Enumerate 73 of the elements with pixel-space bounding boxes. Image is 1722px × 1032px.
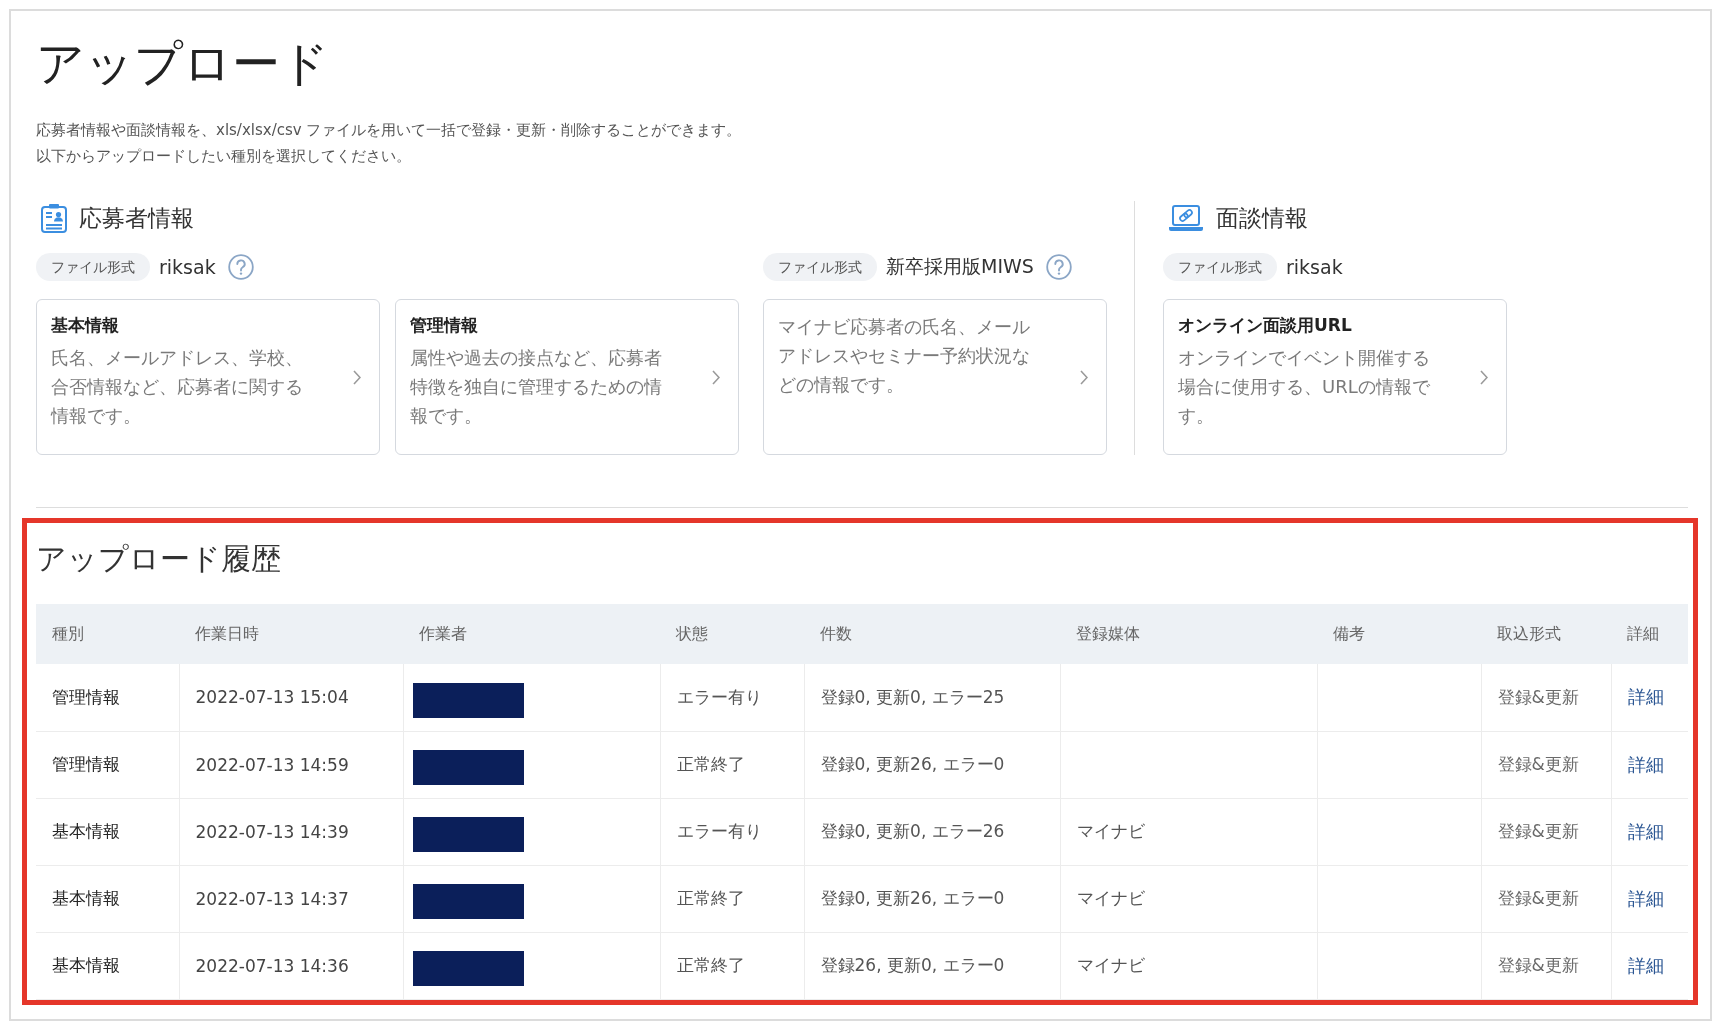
table-cell: 管理情報 (36, 731, 179, 798)
table-cell: マイナビ (1060, 798, 1317, 865)
detail-link[interactable]: 詳細 (1627, 954, 1664, 976)
chevron-right-icon (1080, 369, 1088, 385)
history-title: アップロード履歴 (36, 540, 282, 578)
upload-type-card[interactable]: 管理情報 属性や過去の接点など、応募者特徴を独自に管理するための情報です。 (395, 299, 739, 455)
format-value: 新卒採用版MIWS (886, 254, 1034, 279)
chevron-right-icon (353, 369, 361, 385)
upload-type-card[interactable]: マイナビ応募者の氏名、メールアドレスやセミナー予約状況などの情報です。 (763, 299, 1107, 455)
table-cell: 2022-07-13 14:59 (179, 731, 403, 798)
table-cell: 登録&更新 (1481, 932, 1611, 999)
table-cell: 登録0, 更新0, エラー25 (804, 664, 1060, 731)
table-cell: 基本情報 (36, 865, 179, 932)
card-description: 属性や過去の接点など、応募者特徴を独自に管理するための情報です。 (410, 346, 663, 428)
format-label: ファイル形式 (1163, 253, 1277, 281)
detail-link[interactable]: 詳細 (1627, 686, 1664, 708)
column-header: 詳細 (1611, 604, 1688, 664)
card-description: マイナビ応募者の氏名、メールアドレスやセミナー予約状況などの情報です。 (778, 315, 1031, 397)
description-text: 応募者情報や面談情報を、xls/xlsx/csv ファイルを用いて一括で登録・更新・削除することができます。 (36, 120, 743, 141)
table-cell: 登録0, 更新26, エラー0 (804, 731, 1060, 798)
card-title: 基本情報 (51, 314, 120, 337)
chevron-right-icon (712, 369, 720, 385)
format-label: ファイル形式 (36, 253, 150, 281)
column-header: 種別 (36, 604, 179, 664)
laptop-link-icon (1168, 204, 1204, 232)
format-label: ファイル形式 (763, 253, 877, 281)
upload-type-card[interactable]: オンライン面談用URL オンラインでイベント開催する場合に使用する、URLの情報です。 (1163, 299, 1507, 455)
table-cell: マイナビ (1060, 932, 1317, 999)
help-icon[interactable] (1045, 254, 1072, 280)
help-icon[interactable] (227, 254, 254, 280)
table-cell: 基本情報 (36, 798, 179, 865)
table-cell: 基本情報 (36, 932, 179, 999)
table-cell: 2022-07-13 15:04 (179, 664, 403, 731)
section-title: 面談情報 (1216, 203, 1308, 233)
description-text: 以下からアップロードしたい種別を選択してください。 (36, 146, 412, 167)
table-cell: 正常終了 (660, 932, 804, 999)
table-cell: 登録&更新 (1481, 664, 1611, 731)
table-cell: 2022-07-13 14:36 (179, 932, 403, 999)
column-header: 作業者 (403, 604, 660, 664)
column-header: 作業日時 (179, 604, 403, 664)
upload-type-card[interactable]: 基本情報 氏名、メールアドレス、学校、合否情報など、応募者に関する情報です。 (36, 299, 380, 455)
table-cell: 登録0, 更新0, エラー26 (804, 798, 1060, 865)
section-title: 応募者情報 (79, 203, 194, 233)
table-cell: 正常終了 (660, 865, 804, 932)
table-cell: マイナビ (1060, 865, 1317, 932)
page-title: アップロード (36, 35, 330, 91)
column-header: 登録媒体 (1060, 604, 1317, 664)
format-value: riksak (159, 256, 216, 278)
document-person-icon (41, 203, 67, 233)
column-header: 件数 (804, 604, 1060, 664)
card-title: オンライン面談用URL (1178, 314, 1353, 337)
card-description: 氏名、メールアドレス、学校、合否情報など、応募者に関する情報です。 (51, 346, 304, 428)
table-cell: 登録&更新 (1481, 798, 1611, 865)
table-cell: 正常終了 (660, 731, 804, 798)
table-cell: 登録&更新 (1481, 865, 1611, 932)
column-header: 状態 (660, 604, 804, 664)
column-header: 備考 (1317, 604, 1481, 664)
detail-link[interactable]: 詳細 (1627, 753, 1664, 775)
table-cell: エラー有り (660, 664, 804, 731)
chevron-right-icon (1480, 369, 1488, 385)
table-cell: 登録&更新 (1481, 731, 1611, 798)
card-description: オンラインでイベント開催する場合に使用する、URLの情報です。 (1178, 346, 1431, 428)
table-cell: 2022-07-13 14:37 (179, 865, 403, 932)
table-cell: エラー有り (660, 798, 804, 865)
card-title: 管理情報 (410, 314, 479, 337)
format-value: riksak (1286, 256, 1343, 278)
table-cell: 登録26, 更新0, エラー0 (804, 932, 1060, 999)
column-header: 取込形式 (1481, 604, 1611, 664)
table-cell: 登録0, 更新26, エラー0 (804, 865, 1060, 932)
table-cell: 管理情報 (36, 664, 179, 731)
detail-link[interactable]: 詳細 (1627, 887, 1664, 909)
table-cell: 2022-07-13 14:39 (179, 798, 403, 865)
detail-link[interactable]: 詳細 (1627, 820, 1664, 842)
